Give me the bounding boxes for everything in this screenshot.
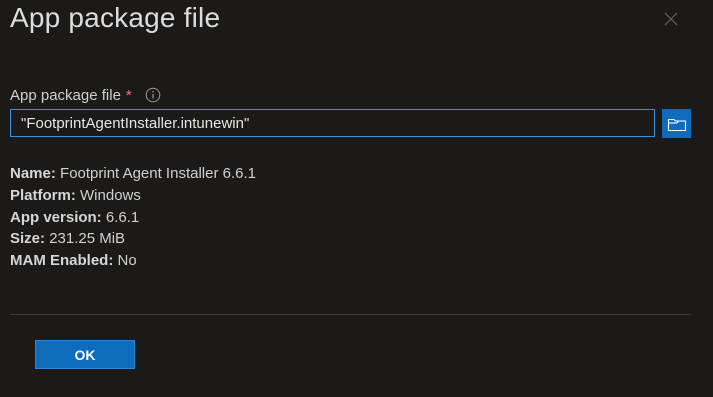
required-indicator: * (125, 86, 132, 104)
app-package-file-dialog: App package file App package file * Name… (0, 0, 713, 397)
detail-value: Windows (80, 186, 141, 204)
field-label-row: App package file * (10, 85, 161, 105)
browse-file-button[interactable] (662, 109, 691, 138)
close-icon (664, 12, 678, 26)
footer-divider (10, 314, 691, 315)
folder-icon (667, 118, 686, 131)
dialog-title: App package file (10, 2, 221, 33)
detail-value: 6.6.1 (105, 208, 140, 226)
package-details: Name: Footprint Agent Installer 6.6.1 Pl… (10, 163, 256, 272)
detail-row-name: Name: Footprint Agent Installer 6.6.1 (10, 163, 256, 185)
app-package-file-input[interactable] (10, 109, 655, 137)
detail-key: Name: (10, 165, 56, 182)
detail-value: Footprint Agent Installer 6.6.1 (60, 165, 256, 182)
detail-row-mam-enabled: MAM Enabled: No (10, 250, 256, 272)
detail-key: Size: (10, 230, 46, 248)
detail-value: No (117, 252, 137, 270)
detail-key: Platform: (10, 186, 76, 204)
detail-value: 231.25 MiB (49, 230, 126, 248)
detail-row-app-version: App version: 6.6.1 (10, 207, 256, 229)
ok-button[interactable]: OK (35, 340, 135, 369)
detail-key: App version: (10, 208, 102, 226)
detail-row-size: Size: 231.25 MiB (10, 228, 256, 250)
info-icon[interactable] (145, 87, 161, 103)
detail-row-platform: Platform: Windows (10, 185, 256, 207)
field-label: App package file (10, 86, 121, 104)
close-button[interactable] (661, 9, 681, 29)
detail-key: MAM Enabled: (10, 252, 114, 270)
